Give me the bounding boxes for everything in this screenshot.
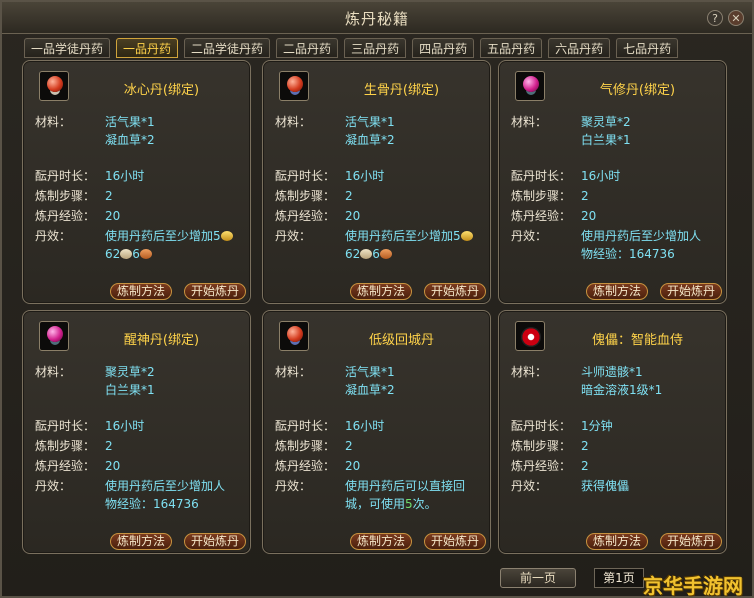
page-indicator: 第1页 (594, 568, 644, 588)
item-slot[interactable] (279, 71, 309, 101)
duration-value: 16小时 (581, 169, 621, 183)
material-item: 白兰果*1 (105, 383, 155, 397)
gold-leaf-icon (460, 231, 473, 241)
pink-pill-icon (47, 326, 63, 342)
start-alchemy-button[interactable]: 开始炼丹 (660, 283, 723, 300)
flame-icon (379, 249, 392, 259)
item-slot[interactable] (39, 71, 69, 101)
exp-value: 20 (345, 209, 361, 223)
craft-method-button[interactable]: 炼制方法 (586, 533, 649, 550)
start-alchemy-button[interactable]: 开始炼丹 (184, 283, 247, 300)
material-item: 聚灵草*2 (581, 115, 631, 129)
item-slot[interactable] (39, 321, 69, 351)
tab-grade-1[interactable]: 一品丹药 (116, 38, 179, 58)
craft-method-button[interactable]: 炼制方法 (350, 533, 413, 550)
window-title: 炼丹秘籍 (344, 10, 409, 28)
duration-value: 1分钟 (581, 419, 613, 433)
recipe-card: 醒神丹(绑定) 材料： 聚灵草*2 白兰果*1 酝丹时长： 16小时 炼制步骤： 2 … (22, 310, 251, 554)
material-item: 暗金溶液1级*1 (581, 383, 663, 397)
tab-grade-7[interactable]: 七品丹药 (616, 38, 679, 58)
tab-grade-2[interactable]: 二品丹药 (276, 38, 339, 58)
material-item: 凝血草*2 (345, 383, 395, 397)
material-item: 活气果*1 (105, 115, 155, 129)
tab-grade-3[interactable]: 三品丹药 (344, 38, 407, 58)
recipe-name: 傀儡：智能血侍 (591, 333, 683, 348)
pink-pill-icon (523, 76, 539, 92)
steps-value: 2 (345, 189, 353, 203)
recipe-name: 冰心丹(绑定) (123, 83, 200, 98)
material-item: 凝血草*2 (105, 133, 155, 147)
recipe-grid: 冰心丹(绑定) 材料： 活气果*1 凝血草*2 酝丹时长： 16小时 炼制步骤： 2 … (22, 60, 736, 568)
recipe-card: 冰心丹(绑定) 材料： 活气果*1 凝血草*2 酝丹时长： 16小时 炼制步骤： 2 … (22, 60, 251, 304)
recipe-card: 低级回城丹 材料： 活气果*1 凝血草*2 酝丹时长： 16小时 炼制步骤： 2 炼丹… (262, 310, 491, 554)
start-alchemy-button[interactable]: 开始炼丹 (424, 283, 487, 300)
steps-value: 2 (105, 189, 113, 203)
recipe-name: 低级回城丹 (368, 333, 434, 348)
duration-value: 16小时 (345, 169, 385, 183)
tab-grade-6[interactable]: 六品丹药 (548, 38, 611, 58)
exp-value: 20 (345, 459, 361, 473)
tab-grade-4[interactable]: 四品丹药 (412, 38, 475, 58)
start-alchemy-button[interactable]: 开始炼丹 (424, 533, 487, 550)
red-pill-icon (287, 76, 303, 92)
craft-method-button[interactable]: 炼制方法 (586, 283, 649, 300)
recipe-card: 气修丹(绑定) 材料： 聚灵草*2 白兰果*1 酝丹时长： 16小时 炼制步骤： 2 … (498, 60, 727, 304)
material-item: 活气果*1 (345, 365, 395, 379)
flame-icon (139, 249, 152, 259)
steps-value: 2 (345, 439, 353, 453)
duration-value: 16小时 (105, 169, 145, 183)
recipe-name: 气修丹(绑定) (599, 83, 676, 98)
material-item: 白兰果*1 (581, 133, 631, 147)
duration-value: 16小时 (345, 419, 385, 433)
pagination-bar: 前一页 第1页 京华手游网 (2, 564, 752, 598)
item-slot[interactable] (515, 321, 545, 351)
red-pill-icon (47, 76, 63, 92)
material-item: 活气果*1 (345, 115, 395, 129)
recipe-name: 生骨丹(绑定) (363, 83, 440, 98)
duration-value: 16小时 (105, 419, 145, 433)
grade-tabs: 一品学徒丹药 一品丹药 二品学徒丹药 二品丹药 三品丹药 四品丹药 五品丹药 六… (24, 38, 679, 60)
exp-value: 2 (581, 459, 589, 473)
tab-apprentice-grade-2[interactable]: 二品学徒丹药 (184, 38, 271, 58)
tab-apprentice-grade-1[interactable]: 一品学徒丹药 (24, 38, 111, 58)
start-alchemy-button[interactable]: 开始炼丹 (660, 533, 723, 550)
alchemy-manual-window: 炼丹秘籍 ? ✕ 一品学徒丹药 一品丹药 二品学徒丹药 二品丹药 三品丹药 四品… (0, 0, 754, 598)
start-alchemy-button[interactable]: 开始炼丹 (184, 533, 247, 550)
recipe-card: 生骨丹(绑定) 材料： 活气果*1 凝血草*2 酝丹时长： 16小时 炼制步骤： 2 … (262, 60, 491, 304)
feather-icon (120, 249, 133, 259)
craft-method-button[interactable]: 炼制方法 (350, 283, 413, 300)
craft-method-button[interactable]: 炼制方法 (110, 533, 173, 550)
recipe-name: 醒神丹(绑定) (123, 333, 200, 348)
title-bar[interactable]: 炼丹秘籍 ? ✕ (2, 2, 752, 34)
exp-value: 20 (105, 209, 121, 223)
material-item: 斗师遗骸*1 (581, 365, 643, 379)
steps-value: 2 (581, 439, 589, 453)
steps-value: 2 (581, 189, 589, 203)
close-icon[interactable]: ✕ (728, 10, 744, 26)
exp-value: 20 (581, 209, 597, 223)
puppet-token-icon (521, 327, 541, 347)
material-item: 聚灵草*2 (105, 365, 155, 379)
prev-page-button[interactable]: 前一页 (500, 568, 576, 588)
feather-icon (360, 249, 373, 259)
red-pill-icon (287, 326, 303, 342)
craft-method-button[interactable]: 炼制方法 (110, 283, 173, 300)
material-item: 凝血草*2 (345, 133, 395, 147)
tab-grade-5[interactable]: 五品丹药 (480, 38, 543, 58)
item-slot[interactable] (515, 71, 545, 101)
help-icon[interactable]: ? (707, 10, 723, 26)
gold-leaf-icon (220, 231, 233, 241)
exp-value: 20 (105, 459, 121, 473)
item-slot[interactable] (279, 321, 309, 351)
site-watermark: 京华手游网 (643, 574, 743, 598)
recipe-card: 傀儡：智能血侍 材料： 斗师遗骸*1 暗金溶液1级*1 酝丹时长： 1分钟 炼制步骤… (498, 310, 727, 554)
steps-value: 2 (105, 439, 113, 453)
